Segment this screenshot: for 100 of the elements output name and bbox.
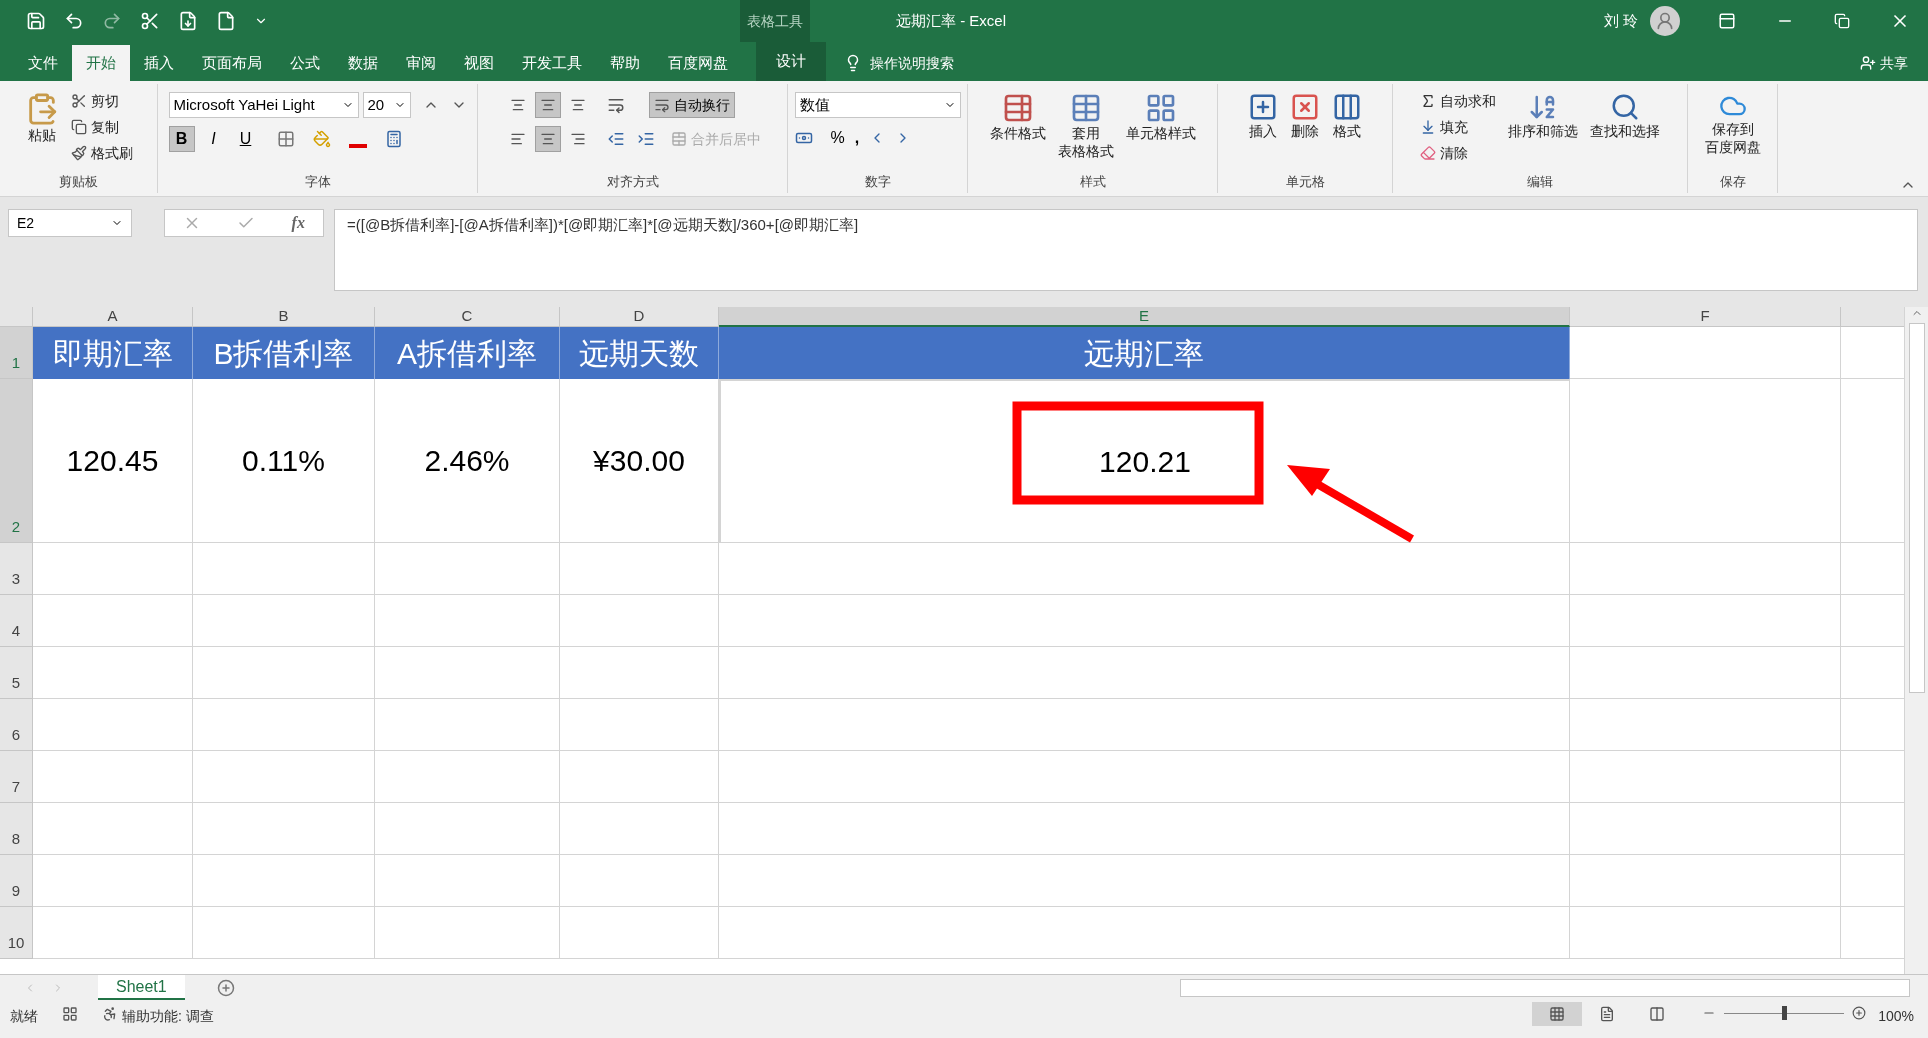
window-title: 远期汇率 - Excel <box>896 10 1006 31</box>
clear-button[interactable]: 清除 <box>1416 140 1500 166</box>
font-name-field[interactable]: Microsoft YaHei Light <box>168 92 359 118</box>
number-format-field[interactable]: 数值 <box>794 92 961 118</box>
grid-icon <box>1549 1006 1566 1022</box>
fill-button[interactable]: 填充 <box>1416 114 1500 140</box>
ribbon-tab[interactable]: 数据 <box>334 45 392 81</box>
restore-icon[interactable] <box>1834 13 1850 29</box>
wrap-text-button[interactable]: 自动换行 <box>648 92 735 118</box>
row-header[interactable]: 7 <box>0 751 33 803</box>
font-size-field[interactable]: 20 <box>362 92 411 118</box>
group-label: 样式 <box>1079 172 1106 191</box>
table-cell: 120.45 <box>33 379 193 543</box>
zoom-slider[interactable] <box>1724 1006 1845 1020</box>
table-cell: 2.46% <box>375 379 560 543</box>
ribbon-tab[interactable]: 视图 <box>450 45 508 81</box>
sort-filter-button[interactable]: 排序和筛选 <box>1504 88 1582 140</box>
cut-button[interactable]: 剪切 <box>66 88 137 114</box>
column-header[interactable]: E <box>719 307 1570 327</box>
style-button[interactable]: 条件格式 <box>985 88 1050 142</box>
sheet-tab[interactable]: Sheet1 <box>98 975 185 1000</box>
page-icon <box>1599 1006 1616 1022</box>
format-painter-button[interactable]: 格式刷 <box>66 140 137 166</box>
style-button[interactable]: 单元格样式 <box>1121 88 1200 142</box>
decrease-indent-icon[interactable] <box>606 130 625 148</box>
document-icon[interactable] <box>178 11 198 31</box>
table-cell: ¥30.00 <box>560 379 719 543</box>
share-button[interactable]: 共享 <box>1860 45 1908 81</box>
row-header[interactable]: 8 <box>0 803 33 855</box>
save-to-cloud-button[interactable]: 保存到 百度网盘 <box>1700 88 1765 156</box>
row-header[interactable]: 1 <box>0 327 33 379</box>
eraser-icon <box>1420 145 1436 161</box>
autosum-button[interactable]: 自动求和 <box>1416 88 1500 114</box>
ribbon-tab[interactable]: 设计 <box>756 42 826 81</box>
group-label: 剪贴板 <box>59 172 98 191</box>
new-file-icon[interactable] <box>216 11 236 31</box>
sigma-icon <box>1420 93 1436 109</box>
tell-me-search[interactable]: 操作说明搜索 <box>844 45 954 81</box>
ribbon-tab[interactable]: 文件 <box>14 45 72 81</box>
zoom-thumb[interactable] <box>1782 1006 1788 1020</box>
accessibility-icon[interactable] <box>102 1006 118 1022</box>
style-button[interactable]: 套用 表格格式 <box>1053 88 1118 160</box>
delete-icon <box>1290 92 1320 122</box>
formula-field[interactable]: =([@B拆借利率]-[@A拆借利率])*[@即期汇率]*[@远期天数]/360+[@即期汇率] <box>334 209 1918 291</box>
row-header[interactable]: 9 <box>0 855 33 907</box>
zoom-in-icon[interactable] <box>1852 1006 1867 1020</box>
row-header[interactable]: 2 <box>0 379 33 543</box>
user-icon <box>1655 11 1675 31</box>
font-style-button[interactable]: B <box>168 126 195 152</box>
ribbon-tab[interactable]: 帮助 <box>596 45 654 81</box>
ribbon-display-icon[interactable] <box>1718 12 1736 30</box>
insert-icon <box>1248 92 1278 122</box>
header-cell: 远期汇率 <box>719 327 1570 379</box>
row-header[interactable]: 3 <box>0 543 33 595</box>
view-button[interactable] <box>1532 1002 1583 1026</box>
ribbon-tab[interactable]: 插入 <box>130 45 188 81</box>
zoom-level[interactable]: 100% <box>1878 1006 1914 1027</box>
vertical-align-icon[interactable] <box>534 92 561 118</box>
row-header[interactable]: 6 <box>0 699 33 751</box>
copy-button[interactable]: 复制 <box>66 114 137 140</box>
fill-icon <box>1420 119 1436 135</box>
name-box[interactable]: E2 <box>8 209 132 237</box>
comma-button[interactable]: , <box>854 126 860 150</box>
undo-icon[interactable] <box>64 11 84 31</box>
header-cell: 远期天数 <box>560 327 719 379</box>
row-header[interactable]: 4 <box>0 595 33 647</box>
accessibility-status[interactable]: 辅助功能: 调查 <box>122 1006 214 1027</box>
font-style-button[interactable]: I <box>200 126 227 152</box>
ribbon-tab[interactable]: 公式 <box>276 45 334 81</box>
row-header[interactable]: 5 <box>0 647 33 699</box>
ribbon-tab[interactable]: 审阅 <box>392 45 450 81</box>
ribbon-tab[interactable]: 开发工具 <box>508 45 596 81</box>
cells-button[interactable]: 格式 <box>1328 88 1366 140</box>
group-label: 单元格 <box>1285 172 1325 191</box>
merge-icon <box>670 131 687 147</box>
header-cell: B拆借利率 <box>193 327 375 379</box>
ribbon-tab[interactable]: 开始 <box>72 45 130 81</box>
function-icon[interactable]: fx <box>291 211 305 235</box>
horizontal-scrollbar[interactable] <box>1180 978 1910 997</box>
increase-indent-icon[interactable] <box>636 130 655 148</box>
avatar[interactable] <box>1650 6 1680 36</box>
font-style-button[interactable]: U <box>232 126 259 152</box>
cells-button[interactable]: 删除 <box>1286 88 1324 140</box>
ribbon-tab[interactable]: 百度网盘 <box>654 45 742 81</box>
paste-button[interactable]: 粘贴 <box>20 88 63 144</box>
scissors-icon[interactable] <box>140 11 160 31</box>
add-sheet-icon[interactable] <box>216 978 235 997</box>
context-tab-label: 表格工具 <box>740 0 810 42</box>
horizontal-align-icon[interactable] <box>534 126 561 152</box>
find-select-button[interactable]: 查找和选择 <box>1586 88 1664 140</box>
column-header[interactable]: F <box>1570 307 1841 327</box>
save-icon[interactable] <box>26 11 46 31</box>
row-header[interactable]: 10 <box>0 907 33 959</box>
cells-button[interactable]: 插入 <box>1244 88 1282 140</box>
group-label: 字体 <box>304 172 331 191</box>
percent-button[interactable]: % <box>830 126 845 150</box>
borders-icon[interactable] <box>276 130 295 148</box>
fill-color-icon[interactable] <box>312 130 331 148</box>
vertical-scrollbar[interactable] <box>1904 307 1928 974</box>
ribbon-tab[interactable]: 页面布局 <box>188 45 276 81</box>
